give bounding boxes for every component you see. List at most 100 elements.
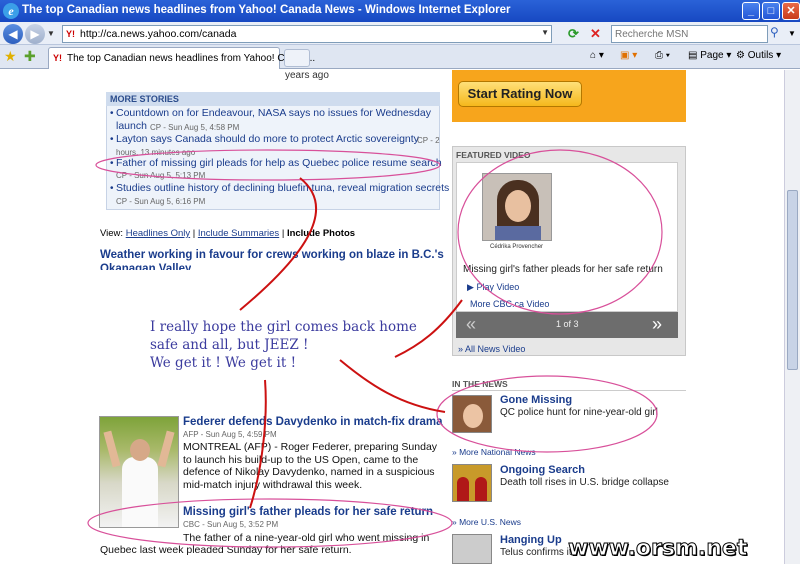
include-photos-current: Include Photos xyxy=(286,228,356,239)
url-field[interactable]: Y! http://ca.news.yahoo.com/canada ▼ xyxy=(62,25,552,43)
forward-button[interactable]: ▶ xyxy=(25,24,45,44)
search-box[interactable] xyxy=(611,25,768,43)
story-link-father-missing-girl[interactable]: Father of missing girl pleads for help a… xyxy=(116,157,442,169)
photo-body xyxy=(122,457,158,527)
url-dropdown-icon[interactable]: ▼ xyxy=(541,28,549,37)
bullet: • xyxy=(110,108,114,119)
headlines-only-link[interactable]: Headlines Only xyxy=(126,228,190,239)
tools-menu-label: Outils xyxy=(747,50,774,61)
story-link-bluefin-tuna[interactable]: Studies outline history of declining blu… xyxy=(116,182,449,194)
more-stories-heading: MORE STORIES xyxy=(106,92,440,106)
missing-girl-headline-link[interactable]: Missing girl's father pleads for her saf… xyxy=(183,506,433,518)
photo-face xyxy=(505,190,531,222)
search-dropdown-icon[interactable]: ▼ xyxy=(788,29,796,38)
weather-headline-cont[interactable]: Okanagan Valley xyxy=(100,263,191,270)
story-meta: CP - Sun Aug 5, 4:58 PM xyxy=(150,123,240,132)
site-watermark: www.orsm.net xyxy=(567,536,748,562)
gone-missing-summary: QC police hunt for nine-year-old girl xyxy=(500,407,658,418)
maximize-button[interactable]: □ xyxy=(762,2,780,20)
photo-head xyxy=(130,439,150,461)
all-news-video-link[interactable]: » All News Video xyxy=(458,344,525,354)
clipped-text: years ago xyxy=(285,70,329,81)
more-cbc-video-link[interactable]: More CBC.ca Video xyxy=(470,299,549,309)
photo-arm xyxy=(103,430,121,468)
featured-video-heading: FEATURED VIDEO xyxy=(456,150,531,160)
video-counter: 1 of 3 xyxy=(556,319,579,329)
story-meta: hours, 13 minutes ago xyxy=(116,148,196,157)
photo-face xyxy=(463,404,483,428)
separator: | xyxy=(192,228,196,239)
annotation-line: I really hope the girl comes back home xyxy=(150,319,417,335)
ongoing-search-thumbnail[interactable] xyxy=(452,464,492,502)
search-input[interactable] xyxy=(612,26,762,42)
back-button[interactable]: ◀ xyxy=(3,24,23,44)
home-icon[interactable]: ⌂ ▾ xyxy=(590,50,604,61)
minimize-button[interactable]: _ xyxy=(742,2,760,20)
history-dropdown-icon[interactable]: ▼ xyxy=(47,29,55,38)
more-us-news-link[interactable]: » More U.S. News xyxy=(452,517,521,527)
photo-shirt xyxy=(495,226,541,240)
add-favorites-icon[interactable]: ✚ xyxy=(24,48,36,65)
print-icon[interactable]: ⎙ ▾ xyxy=(655,50,670,61)
ie-logo-icon: e xyxy=(3,3,19,19)
bullet: • xyxy=(110,134,114,145)
view-label: View: xyxy=(100,228,124,239)
video-pager: « 1 of 3 » xyxy=(456,312,678,338)
page-menu-label: Page xyxy=(700,50,724,61)
federer-headline-link[interactable]: Federer defends Davydenko in match-fix d… xyxy=(183,416,442,428)
federer-meta: AFP - Sun Aug 5, 4:59 PM xyxy=(183,430,277,439)
next-icon[interactable]: » xyxy=(652,314,662,335)
hanging-up-link[interactable]: Hanging Up xyxy=(500,534,562,546)
photo-arm xyxy=(157,430,175,468)
story-meta-inline: CP - 2 xyxy=(417,136,440,145)
in-the-news-heading: IN THE NEWS xyxy=(452,379,508,389)
start-rating-button[interactable]: Start Rating Now xyxy=(458,81,582,107)
address-toolbar: ◀ ▶ ▼ Y! http://ca.news.yahoo.com/canada… xyxy=(0,22,800,45)
page-menu[interactable]: ▤ Page ▾ xyxy=(688,50,731,61)
photo-caption: Cédrika Provencher xyxy=(490,244,544,250)
include-summaries-link[interactable]: Include Summaries xyxy=(198,228,279,239)
view-options: View: Headlines Only | Include Summaries… xyxy=(100,228,355,239)
yahoo-favicon-icon: Y! xyxy=(66,29,75,39)
previous-icon[interactable]: « xyxy=(466,314,476,335)
gone-missing-thumbnail[interactable] xyxy=(452,395,492,433)
ongoing-search-link[interactable]: Ongoing Search xyxy=(500,464,585,476)
story-link-arctic[interactable]: Layton says Canada should do more to pro… xyxy=(116,133,419,145)
tab-active[interactable]: Y! The top Canadian news headlines from … xyxy=(48,47,315,69)
tools-menu[interactable]: ⚙ Outils ▾ xyxy=(736,50,781,61)
play-video-label: Play Video xyxy=(476,282,520,292)
video-thumbnail[interactable] xyxy=(482,173,552,241)
story-link-endeavour[interactable]: Countdown on for Endeavour, NASA says no… xyxy=(116,107,431,119)
photo-person xyxy=(475,477,487,501)
feeds-icon[interactable]: ▣ ▾ xyxy=(620,50,637,61)
vertical-scrollbar[interactable] xyxy=(784,70,800,564)
title-bar: e The top Canadian news headlines from Y… xyxy=(0,0,800,22)
window-title: The top Canadian news headlines from Yah… xyxy=(22,4,511,16)
divider xyxy=(452,390,686,391)
annotation-line: safe and all, but JEEZ ! xyxy=(150,337,309,353)
video-caption: Missing girl's father pleads for her saf… xyxy=(463,264,663,275)
new-tab-button[interactable] xyxy=(284,49,310,67)
story-meta: CP - Sun Aug 5, 6:16 PM xyxy=(116,197,206,206)
video-camera-icon: ▶ xyxy=(467,282,474,292)
federer-photo[interactable] xyxy=(99,416,179,528)
weather-headline-link[interactable]: Weather working in favour for crews work… xyxy=(100,249,444,261)
yahoo-favicon-icon: Y! xyxy=(53,53,62,63)
favorites-star-icon[interactable]: ★ xyxy=(4,48,17,65)
stop-icon[interactable]: ✕ xyxy=(590,26,606,42)
hanging-up-thumbnail[interactable] xyxy=(452,534,492,564)
close-button[interactable]: ✕ xyxy=(782,2,800,20)
refresh-icon[interactable]: ⟳ xyxy=(568,26,584,42)
more-national-news-link[interactable]: » More National News xyxy=(452,447,536,457)
gone-missing-link[interactable]: Gone Missing xyxy=(500,394,572,406)
tab-label: The top Canadian news headlines from Yah… xyxy=(67,53,316,64)
scrollbar-thumb[interactable] xyxy=(787,190,798,370)
play-video-link[interactable]: ▶ Play Video xyxy=(467,282,519,293)
handwritten-annotation: I really hope the girl comes back home s… xyxy=(150,318,430,372)
search-icon[interactable]: ⚲ xyxy=(770,25,786,43)
story-link-endeavour-cont[interactable]: launch xyxy=(116,120,147,132)
annotation-line: We get it ! We get it ! xyxy=(150,355,297,371)
url-text[interactable]: http://ca.news.yahoo.com/canada xyxy=(80,28,236,40)
ongoing-search-summary: Death toll rises in U.S. bridge collapse xyxy=(500,477,669,488)
tab-bar: ★ ✚ Y! The top Canadian news headlines f… xyxy=(0,45,800,69)
